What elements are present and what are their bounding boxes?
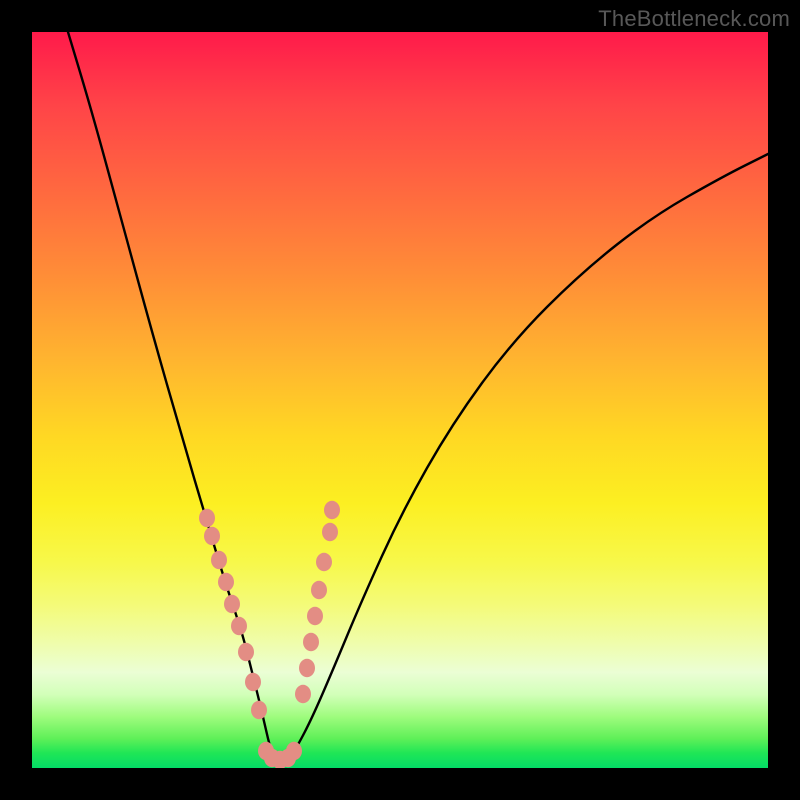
data-dot (322, 523, 338, 541)
data-dot (238, 643, 254, 661)
data-dot (316, 553, 332, 571)
data-dot (211, 551, 227, 569)
left-slope-dots (199, 509, 267, 719)
right-slope-dots (295, 501, 340, 703)
data-dot (311, 581, 327, 599)
data-dot (199, 509, 215, 527)
gradient-plot-area (32, 32, 768, 768)
data-dot (245, 673, 261, 691)
data-dot (286, 742, 302, 760)
data-dot (231, 617, 247, 635)
outer-black-frame: TheBottleneck.com (0, 0, 800, 800)
data-dot (307, 607, 323, 625)
data-dot (204, 527, 220, 545)
bottleneck-curve (68, 32, 768, 761)
bottom-dots (258, 742, 302, 768)
data-dot (295, 685, 311, 703)
data-dot (218, 573, 234, 591)
watermark-text: TheBottleneck.com (598, 6, 790, 32)
chart-svg (32, 32, 768, 768)
data-dot (303, 633, 319, 651)
data-dot (251, 701, 267, 719)
data-dot (324, 501, 340, 519)
data-dot (224, 595, 240, 613)
data-dot (299, 659, 315, 677)
